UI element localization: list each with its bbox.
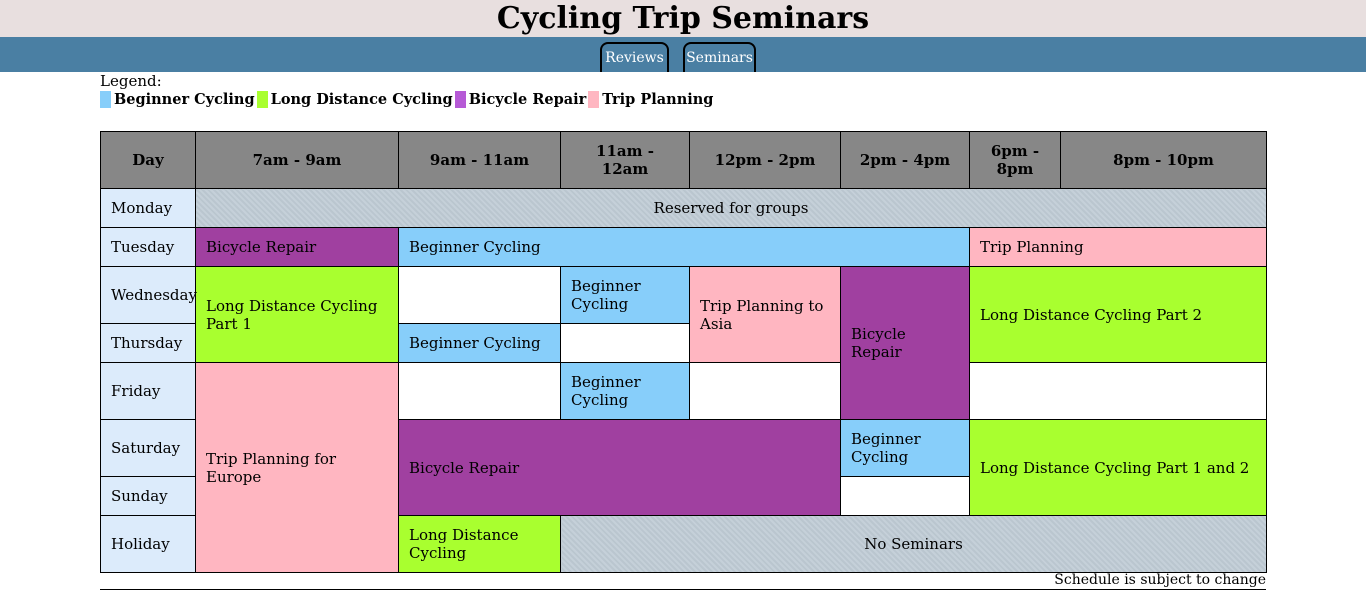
cell-thursday-beginner: Beginner Cycling (398, 323, 561, 363)
legend-swatch-long-distance (256, 91, 268, 108)
column-header-12pm: 12pm - 2pm (689, 131, 841, 189)
cell-wednesday-empty (398, 266, 561, 324)
legend-swatch-planning (588, 91, 600, 108)
day-wednesday: Wednesday (100, 266, 197, 324)
day-monday: Monday (100, 188, 196, 228)
cell-tuesday-beginner: Beginner Cycling (398, 227, 970, 267)
day-holiday: Holiday (100, 515, 196, 573)
legend-swatch-repair (454, 91, 466, 108)
legend-item-long-distance: Long Distance Cycling (256, 91, 455, 108)
day-saturday: Saturday (100, 419, 196, 477)
legend-item-beginner: Beginner Cycling (100, 91, 257, 108)
cell-friday-empty-3 (969, 362, 1267, 420)
tab-seminars[interactable]: Seminars (683, 42, 756, 72)
page-title: Cycling Trip Seminars (0, 0, 1366, 37)
legend-label-repair: Bicycle Repair (468, 91, 587, 108)
table-row-monday: Monday Reserved for groups (100, 188, 1267, 228)
cell-friday-europe: Trip Planning for Europe (195, 362, 399, 573)
cell-wednesday-repair: Bicycle Repair (840, 266, 970, 420)
legend-title: Legend: (100, 72, 162, 90)
cell-monday-reserved: Reserved for groups (195, 188, 1267, 228)
cell-wednesday-long-distance-1: Long Distance Cycling Part 1 (195, 266, 399, 363)
table-row-friday: Friday Trip Planning for Europe Beginner… (100, 362, 1267, 573)
schedule-footnote: Schedule is subject to change (100, 572, 1266, 590)
legend-swatch-beginner (100, 91, 111, 108)
day-friday: Friday (100, 362, 196, 420)
legend-item-repair: Bicycle Repair (454, 91, 589, 108)
cell-wednesday-long-distance-2: Long Distance Cycling Part 2 (969, 266, 1267, 363)
cell-friday-empty-1 (398, 362, 561, 420)
cell-friday-empty-2 (689, 362, 841, 420)
column-header-6pm: 6pm - 8pm (969, 131, 1061, 189)
cell-sunday-empty (840, 476, 970, 516)
cell-wednesday-beginner: Beginner Cycling (560, 266, 690, 324)
column-header-9am: 9am - 11am (398, 131, 561, 189)
table-header-row: Day 7am - 9am 9am - 11am 11am - 12am 12p… (100, 131, 1267, 189)
column-header-day: Day (100, 131, 196, 189)
legend-label-beginner: Beginner Cycling (114, 91, 255, 108)
column-header-8pm: 8pm - 10pm (1060, 131, 1267, 189)
day-sunday: Sunday (100, 476, 196, 516)
table-row-wednesday: Wednesday Long Distance Cycling Part 1 B… (100, 266, 1267, 420)
cell-saturday-beginner: Beginner Cycling (840, 419, 970, 477)
table-row-tuesday: Tuesday Bicycle Repair Beginner Cycling … (100, 227, 1267, 267)
tab-reviews[interactable]: Reviews (600, 42, 669, 72)
column-header-11am: 11am - 12am (560, 131, 690, 189)
cell-holiday-no-seminars: No Seminars (560, 515, 1267, 573)
legend-item-planning: Trip Planning (588, 91, 715, 108)
cell-holiday-long-distance: Long Distance Cycling (398, 515, 561, 573)
cell-wednesday-asia: Trip Planning to Asia (689, 266, 841, 363)
day-thursday: Thursday (100, 323, 196, 363)
legend: Legend: Beginner Cycling Long Distance C… (100, 73, 715, 108)
column-header-7am: 7am - 9am (195, 131, 399, 189)
schedule-table: Day 7am - 9am 9am - 11am 11am - 12am 12p… (100, 131, 1267, 573)
cell-saturday-repair: Bicycle Repair (398, 419, 841, 516)
legend-items: Beginner Cycling Long Distance Cycling B… (100, 91, 715, 108)
legend-label-long-distance: Long Distance Cycling (270, 91, 453, 108)
nav-bar: Reviews Seminars (0, 37, 1366, 72)
cell-thursday-empty (560, 323, 690, 363)
cell-saturday-long-distance: Long Distance Cycling Part 1 and 2 (969, 419, 1267, 516)
legend-label-planning: Trip Planning (602, 91, 714, 108)
cell-tuesday-repair: Bicycle Repair (195, 227, 399, 267)
cell-friday-beginner: Beginner Cycling (560, 362, 690, 420)
cell-tuesday-planning: Trip Planning (969, 227, 1267, 267)
column-header-2pm: 2pm - 4pm (840, 131, 970, 189)
day-tuesday: Tuesday (100, 227, 196, 267)
